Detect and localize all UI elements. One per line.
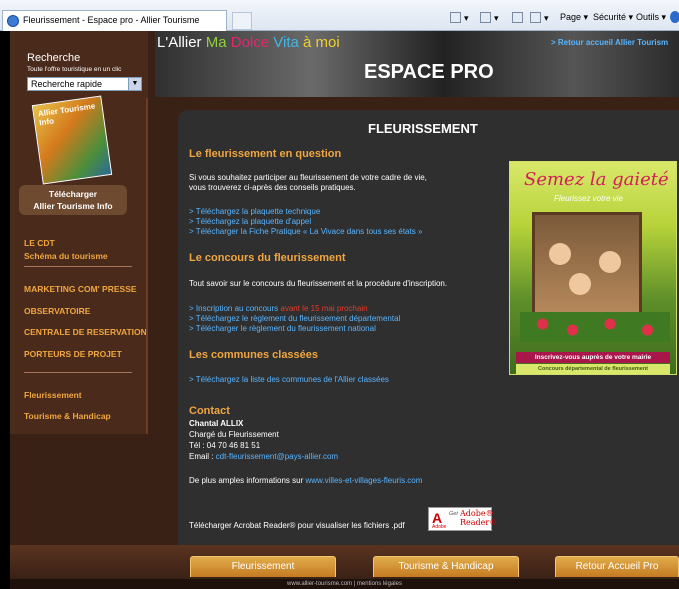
section-heading-concours: Le concours du fleurissement [189,252,346,264]
feeds-icon[interactable]: ▾ [480,12,499,24]
acrobat-text: Télécharger Acrobat Reader® pour visuali… [189,521,405,530]
link-plaquette-appel[interactable]: > Téléchargez la plaquette d'appel [189,217,311,226]
semez-la-gaiete-poster: Semez la gaieté Fleurissez votre vie Ins… [509,161,677,375]
title-lallier: L'Allier [157,34,206,51]
section-heading-communes: Les communes classées [189,349,319,361]
adobe-small-text: Adobe [432,524,447,530]
title-dolce: Dolce [230,34,274,51]
chevron-down-icon[interactable]: ▼ [128,78,141,90]
get-text: Get [449,511,458,517]
outils-menu[interactable]: Outils ▾ [636,12,666,23]
link-reglement-departemental[interactable]: > Téléchargez le règlement du fleurissem… [189,314,400,323]
link-inscription-label: > Inscription au concours [189,304,281,313]
sidebar-item-schema[interactable]: Schéma du tourisme [24,251,108,261]
page-menu[interactable]: Page ▾ [560,12,588,23]
search-subtitle: Toute l'offre touristique en un clic [27,66,122,73]
download-label: Télécharger [48,189,98,199]
home-icon[interactable]: ▾ [450,12,469,24]
contact-name: Chantal ALLIX [189,419,244,428]
sidebar-item-le-cdt[interactable]: LE CDT [24,238,55,248]
site-title: L'Allier Ma Dolce Vita à moi [157,34,340,51]
espace-pro-banner: ESPACE PRO [364,61,494,83]
sidebar-item-porteurs[interactable]: PORTEURS DE PROJET [24,349,122,359]
sidebar-border [146,98,148,434]
more-info-row: De plus amples informations sur www.vill… [189,476,422,485]
poster-band-inscription: Inscrivez-vous auprès de votre mairie [516,352,670,363]
sidebar-item-tourisme-handicap[interactable]: Tourisme & Handicap [24,411,111,421]
quick-search-select[interactable]: Recherche rapide ▼ [27,77,142,91]
poster-flowers [520,312,670,342]
contact-phone: Tél : 04 70 46 81 51 [189,441,261,450]
link-communes-classees[interactable]: > Téléchargez la liste des communes de l… [189,375,389,384]
intro-text-line1: Si vous souhaitez participer au fleuriss… [189,173,427,182]
tab-title: Fleurissement - Espace pro - Allier Tour… [23,15,200,25]
link-inscription[interactable]: > Inscription au concours avant le 15 ma… [189,304,368,313]
concours-text: Tout savoir sur le concours du fleurisse… [189,279,448,288]
bottom-button-retour-accueil-pro[interactable]: Retour Accueil Pro [555,556,679,577]
bottom-button-fleurissement[interactable]: Fleurissement [190,556,336,577]
sidebar-divider [24,372,132,373]
title-vita: Vita [273,34,304,51]
contact-email-link[interactable]: cdt-fleurissement@pays-allier.com [216,452,338,461]
download-title: Allier Tourisme Info [33,201,113,211]
section-heading-fleurissement: Le fleurissement en question [189,148,342,160]
get-adobe-reader-badge[interactable]: A Get Adobe® Reader® Adobe [428,507,497,531]
inscription-deadline: avant le 15 mai prochain [280,304,368,313]
quick-search-value: Recherche rapide [31,79,103,89]
intro-text-line2: vous trouverez ci-après des conseils pra… [189,183,356,192]
ie-page-icon [7,15,19,27]
contact-role: Chargé du Fleurissement [189,430,279,439]
poster-subtitle: Fleurissez votre vie [554,194,623,203]
browser-tab-bar: Fleurissement - Espace pro - Allier Tour… [0,0,679,31]
contact-email-row: Email : cdt-fleurissement@pays-allier.co… [189,452,338,461]
poster-band-concours: Concours départemental de fleurissement [516,364,670,374]
bottom-button-tourisme-handicap[interactable]: Tourisme & Handicap [373,556,519,577]
sidebar-item-fleurissement[interactable]: Fleurissement [24,390,82,400]
adobe-reader-text: Adobe® Reader® [460,509,498,527]
footer: www.allier-tourisme.com | mentions légal… [10,579,679,589]
download-brochure-button[interactable]: Télécharger Allier Tourisme Info [19,185,127,215]
securite-menu[interactable]: Sécurité ▾ [593,12,633,23]
page-title: FLEURISSEMENT [368,121,478,136]
more-info-text: De plus amples informations sur [189,476,306,485]
help-icon[interactable] [670,11,679,23]
title-ma: Ma [205,34,231,51]
link-fiche-pratique[interactable]: > Télécharger la Fiche Pratique « La Viv… [189,227,422,236]
browser-tab[interactable]: Fleurissement - Espace pro - Allier Tour… [2,10,227,31]
title-amoi: à moi [303,34,340,51]
poster-title: Semez la gaieté [524,169,669,190]
sidebar-divider [24,266,132,267]
sidebar-item-observatoire[interactable]: OBSERVATOIRE [24,306,90,316]
sidebar-item-centrale[interactable]: CENTRALE DE RESERVATION [24,327,147,337]
sidebar-item-marketing[interactable]: MARKETING COM' PRESSE [24,284,137,294]
link-reglement-national[interactable]: > Télécharger le règlement du fleurissem… [189,324,376,333]
new-tab-button[interactable] [232,12,252,30]
search-title: Recherche [27,52,81,64]
link-plaquette-technique[interactable]: > Téléchargez la plaquette technique [189,207,320,216]
mail-icon[interactable] [512,12,526,23]
contact-heading: Contact [189,405,230,417]
sidebar [10,31,148,434]
contact-email-label: Email : [189,452,216,461]
retour-accueil-link[interactable]: > Retour accueil Allier Tourism [551,38,668,47]
brochure-cover-image[interactable]: Allier Tourisme Info [31,95,113,185]
more-info-link[interactable]: www.villes-et-villages-fleuris.com [306,476,423,485]
print-icon[interactable]: ▾ [530,12,549,24]
